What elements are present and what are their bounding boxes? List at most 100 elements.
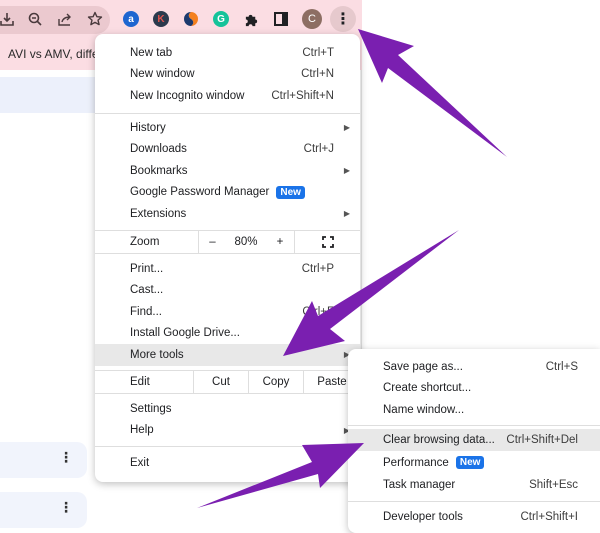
menu-item-new-window[interactable]: New window Ctrl+N [95, 64, 360, 86]
menu-item-history[interactable]: History ▶ [95, 117, 360, 139]
list-item[interactable]: ⋮ [0, 442, 87, 478]
submenu-item-clear-browsing-data[interactable]: Clear browsing data... Ctrl+Shift+Del [348, 429, 600, 451]
menu-item-label: Install Google Drive... [130, 327, 240, 340]
submenu-item-name-window[interactable]: Name window... [348, 399, 600, 421]
menu-item-extensions[interactable]: Extensions ▶ [95, 203, 360, 225]
submenu-item-developer-tools[interactable]: Developer tools Ctrl+Shift+I [348, 506, 600, 528]
menu-item-label: Settings [130, 402, 172, 415]
menu-item-label: Exit [130, 456, 150, 469]
edit-row: Edit Cut Copy Paste [95, 370, 360, 394]
page-header-band [0, 77, 95, 113]
menu-item-exit[interactable]: Exit [95, 452, 360, 474]
shortcut-label: Ctrl+Shift+I [520, 510, 578, 523]
chrome-menu-button[interactable]: ⋮ [330, 6, 356, 32]
zoom-icon[interactable] [25, 9, 45, 29]
menu-item-label: Google Password Manager [130, 186, 270, 199]
menu-item-label: New tab [130, 46, 173, 59]
install-icon[interactable] [0, 9, 17, 29]
menu-item-google-password-manager[interactable]: Google Password Manager New [95, 182, 360, 204]
shortcut-label: Ctrl+Shift+N [271, 89, 334, 102]
extension-glyph: a [128, 13, 134, 25]
new-badge: New [276, 185, 305, 199]
menu-separator [95, 446, 360, 447]
submenu-item-create-shortcut[interactable]: Create shortcut... [348, 378, 600, 400]
submenu-arrow-icon: ▶ [343, 209, 350, 219]
menu-item-new-tab[interactable]: New tab Ctrl+T [95, 42, 360, 64]
more-vert-icon[interactable]: ⋮ [59, 450, 73, 464]
menu-item-label: Bookmarks [130, 164, 188, 177]
shortcut-label: Ctrl+J [303, 143, 334, 156]
menu-item-label: Task manager [383, 478, 456, 491]
menu-item-label: Name window... [383, 403, 465, 416]
more-vert-icon[interactable]: ⋮ [59, 500, 73, 514]
zoom-out-button[interactable]: – [198, 231, 226, 253]
menu-item-new-incognito-window[interactable]: New Incognito window Ctrl+Shift+N [95, 85, 360, 107]
menu-item-print[interactable]: Print... Ctrl+P [95, 258, 360, 280]
menu-item-install-google-drive[interactable]: Install Google Drive... [95, 323, 360, 345]
annotation-arrow-menu-button [358, 29, 507, 157]
profile-initial: C [308, 13, 316, 25]
list-item[interactable]: ⋮ [0, 492, 87, 528]
zoom-in-button[interactable]: + [266, 231, 294, 253]
extension-glyph: G [217, 13, 225, 25]
menu-item-settings[interactable]: Settings [95, 398, 360, 420]
menu-item-label: Clear browsing data... [383, 433, 495, 446]
amazon-assistant-extension-icon[interactable]: a [123, 11, 139, 27]
share-icon[interactable] [55, 9, 75, 29]
menu-item-help[interactable]: Help ▶ [95, 420, 360, 442]
menu-item-label: Performance [383, 456, 449, 469]
shortcut-label: Ctrl+T [302, 46, 334, 59]
menu-separator [348, 501, 600, 502]
shortcut-label: Ctrl+F [302, 305, 334, 318]
menu-item-label: History [130, 121, 166, 134]
submenu-arrow-icon: ▶ [343, 123, 350, 133]
shortcut-label: Shift+Esc [529, 478, 578, 491]
edit-label: Edit [130, 376, 150, 388]
menu-item-cast[interactable]: Cast... [95, 280, 360, 302]
menu-item-label: Create shortcut... [383, 382, 472, 395]
browser-toolbar: a K G C ⋮ [0, 0, 362, 38]
menu-item-label: Downloads [130, 143, 187, 156]
menu-item-label: New Incognito window [130, 89, 245, 102]
fullscreen-icon [321, 236, 334, 248]
bookmark-star-icon[interactable] [85, 9, 105, 29]
chrome-main-menu: New tab Ctrl+T New window Ctrl+N New Inc… [95, 34, 360, 482]
s-extension-icon[interactable] [183, 11, 199, 27]
shortcut-label: Ctrl+P [301, 262, 334, 275]
menu-separator [95, 113, 360, 114]
submenu-item-performance[interactable]: Performance New [348, 452, 600, 474]
menu-item-label: Print... [130, 262, 164, 275]
shortcut-label: Ctrl+N [301, 68, 334, 81]
copy-button[interactable]: Copy [248, 371, 303, 393]
fullscreen-button[interactable] [294, 231, 360, 253]
cut-button[interactable]: Cut [193, 371, 248, 393]
more-tools-submenu: Save page as... Ctrl+S Create shortcut..… [348, 349, 600, 533]
more-vert-icon: ⋮ [335, 11, 351, 28]
menu-item-downloads[interactable]: Downloads Ctrl+J [95, 139, 360, 161]
menu-item-label: New window [130, 68, 195, 81]
submenu-arrow-icon: ▶ [343, 166, 350, 176]
menu-item-label: Save page as... [383, 360, 463, 373]
menu-item-label: More tools [130, 348, 184, 361]
shortcut-label: Ctrl+Shift+Del [506, 433, 578, 446]
menu-item-more-tools[interactable]: More tools ▶ [95, 344, 360, 366]
bookmark-item[interactable]: AVI vs AMV, diffe [8, 47, 99, 61]
puzzle-icon[interactable] [241, 9, 261, 29]
menu-item-label: Extensions [130, 207, 187, 220]
menu-item-find[interactable]: Find... Ctrl+F [95, 301, 360, 323]
zoom-row: Zoom – 80% + [95, 230, 360, 254]
new-badge: New [455, 456, 485, 470]
submenu-item-save-page-as[interactable]: Save page as... Ctrl+S [348, 356, 600, 378]
k-extension-icon[interactable]: K [153, 11, 169, 27]
menu-item-label: Help [130, 424, 154, 437]
submenu-item-task-manager[interactable]: Task manager Shift+Esc [348, 474, 600, 496]
menu-item-bookmarks[interactable]: Bookmarks ▶ [95, 160, 360, 182]
zoom-label: Zoom [130, 236, 160, 248]
menu-separator [348, 425, 600, 426]
extension-glyph: K [157, 13, 165, 25]
shortcut-label: Ctrl+S [545, 360, 578, 373]
profile-avatar[interactable]: C [302, 9, 322, 29]
menu-item-label: Cast... [130, 284, 164, 297]
side-panel-icon[interactable] [271, 9, 291, 29]
grammarly-extension-icon[interactable]: G [213, 11, 229, 27]
